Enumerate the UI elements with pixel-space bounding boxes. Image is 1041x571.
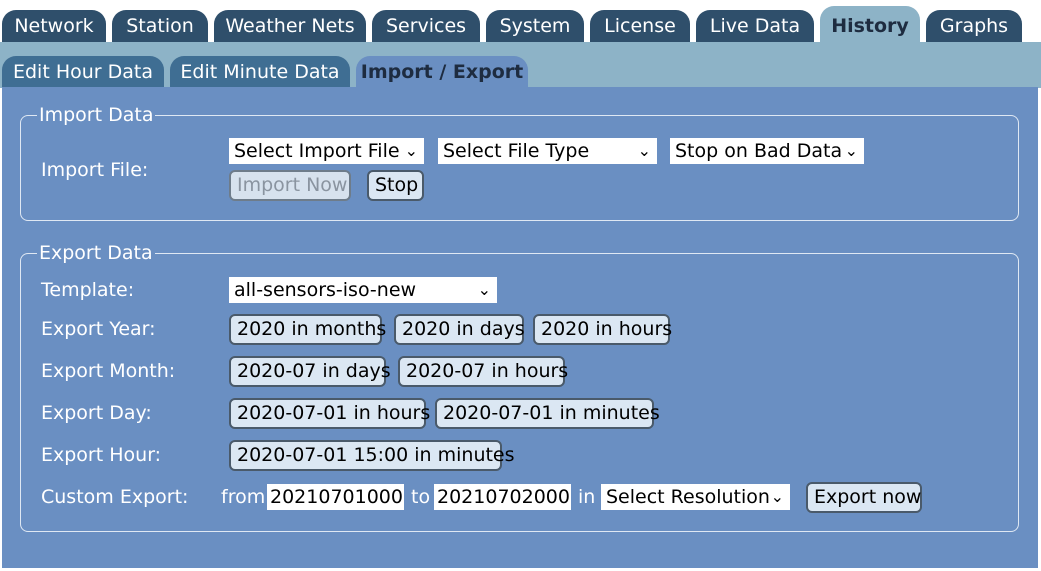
subtab-edit-hour-data[interactable]: Edit Hour Data [2,56,164,89]
resolution-select-value: Select Resolution [606,486,770,508]
export-data-legend: Export Data [39,242,153,264]
subtab-edit-minute-data[interactable]: Edit Minute Data [170,56,350,89]
stop-on-bad-data-value: Stop on Bad Data [675,140,843,162]
tab-station[interactable]: Station [112,10,208,44]
export-year-days-button[interactable]: 2020 in days [394,314,525,345]
tab-services[interactable]: Services [372,10,480,44]
resolution-select[interactable]: Select Resolution ⌄ [601,484,790,510]
tab-system[interactable]: System [486,10,584,44]
file-type-select-value: Select File Type [443,140,590,162]
import-data-legend: Import Data [39,104,154,126]
file-type-select[interactable]: Select File Type ⌄ [438,138,657,164]
export-month-days-button[interactable]: 2020-07 in days [229,356,391,387]
chevron-down-icon: ⌄ [637,141,651,160]
to-label: to [411,486,431,508]
sub-tab-bar: Edit Hour Data Edit Minute Data Import /… [0,42,1041,89]
export-hour-minutes-button[interactable]: 2020-07-01 15:00 in minutes [229,440,515,471]
tab-history[interactable]: History [820,6,920,44]
import-file-select-value: Select Import File [234,140,400,162]
chevron-down-icon: ⌄ [770,487,784,506]
import-export-panel: Import Data Import File: Select Import F… [2,87,1038,568]
template-label: Template: [41,279,135,301]
export-day-label: Export Day: [41,402,152,424]
export-now-button[interactable]: Export now [806,482,922,513]
template-select-value: all-sensors-iso-new [234,279,417,301]
export-month-hours-button[interactable]: 2020-07 in hours [398,356,568,387]
custom-export-label: Custom Export: [41,486,189,508]
tab-license[interactable]: License [590,10,690,44]
export-year-months-button[interactable]: 2020 in months [229,314,386,345]
tab-graphs[interactable]: Graphs [926,10,1022,44]
export-to-input[interactable]: 202107020000 [434,484,571,510]
export-from-input[interactable]: 202107010000 [267,484,404,510]
export-month-label: Export Month: [41,360,176,382]
chevron-down-icon: ⌄ [477,280,491,299]
stop-on-bad-data-select[interactable]: Stop on Bad Data ⌄ [670,138,864,164]
from-label: from [221,486,266,508]
export-day-minutes-button[interactable]: 2020-07-01 in minutes [435,398,660,429]
tab-live-data[interactable]: Live Data [696,10,814,44]
export-year-label: Export Year: [41,318,156,340]
stop-import-button[interactable]: Stop [367,170,424,201]
export-hour-label: Export Hour: [41,444,162,466]
import-now-button[interactable]: Import Now [229,170,351,201]
import-file-label: Import File: [41,159,149,181]
import-file-select[interactable]: Select Import File ⌄ [229,138,424,164]
subtab-import-export[interactable]: Import / Export [356,56,528,89]
export-day-hours-button[interactable]: 2020-07-01 in hours [229,398,430,429]
tab-weather-nets[interactable]: Weather Nets [214,10,366,44]
chevron-down-icon: ⌄ [844,141,858,160]
template-select[interactable]: all-sensors-iso-new ⌄ [229,277,497,303]
main-tab-bar: Network Station Weather Nets Services Sy… [0,0,1041,44]
tab-network[interactable]: Network [2,10,106,44]
chevron-down-icon: ⌄ [404,141,418,160]
in-label: in [578,486,596,508]
export-year-hours-button[interactable]: 2020 in hours [533,314,672,345]
